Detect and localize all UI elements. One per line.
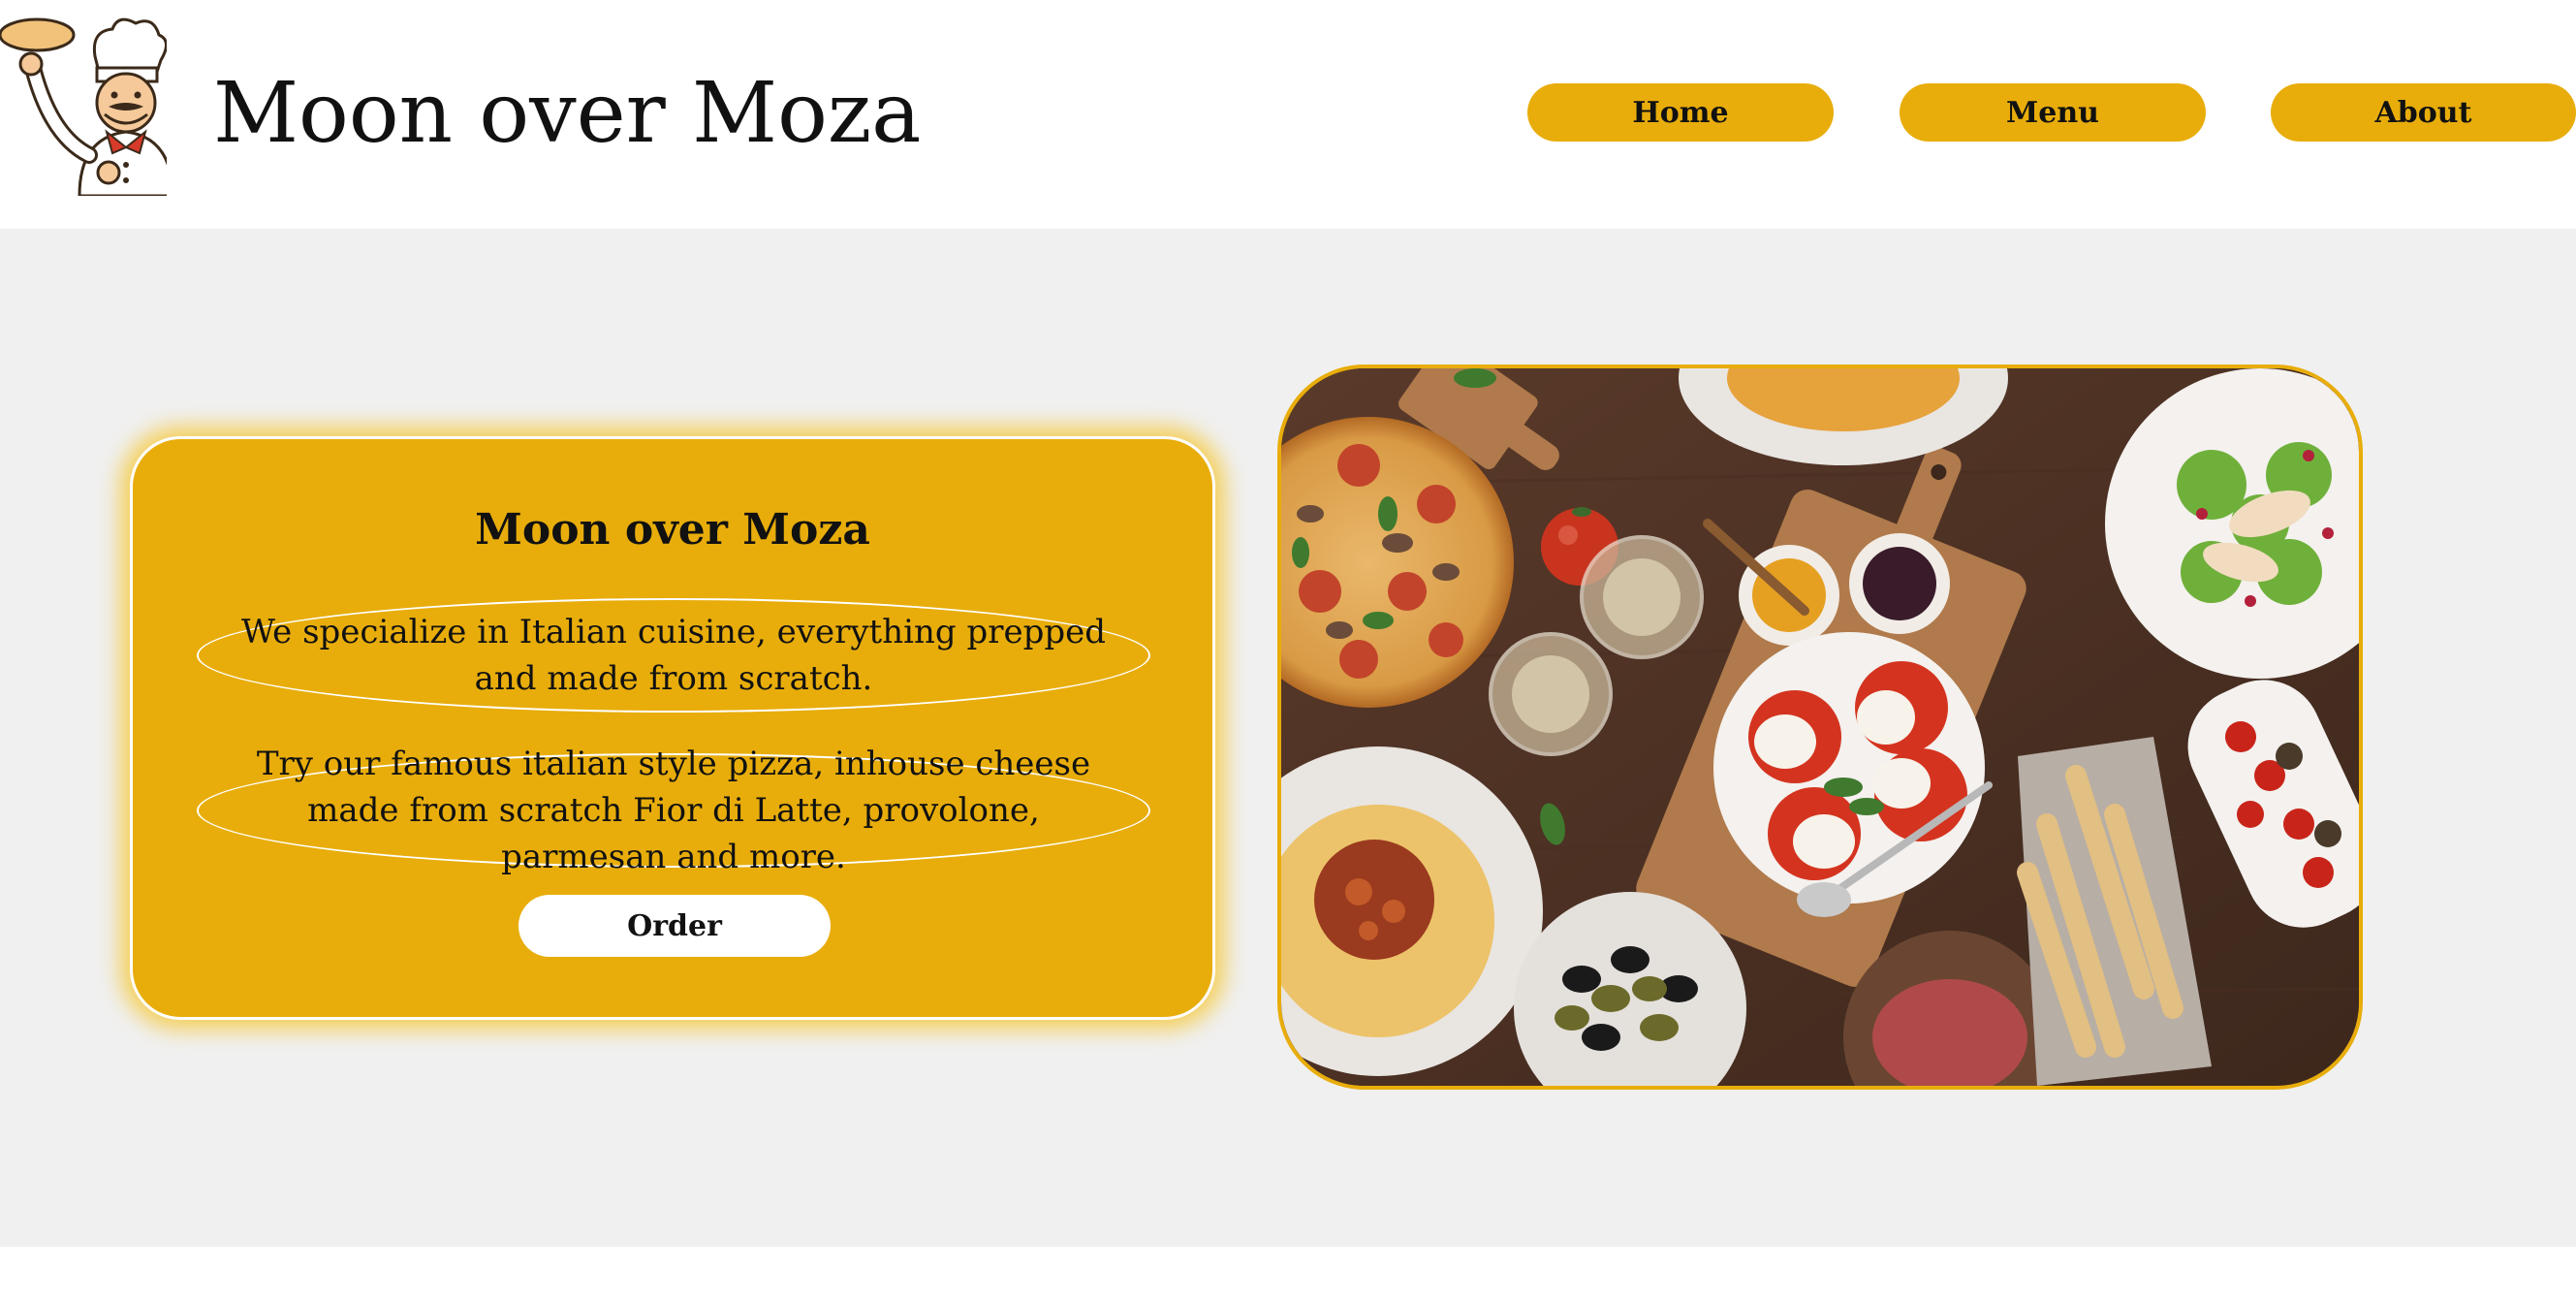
order-button[interactable]: Order — [518, 895, 831, 957]
nav-about-button[interactable]: About — [2271, 83, 2576, 142]
card-title: Moon over Moza — [475, 505, 870, 555]
site-header: Moon over Moza Home Menu About — [0, 0, 2576, 229]
site-title: Moon over Moza — [213, 65, 922, 162]
italian-food-photo — [1277, 365, 2363, 1090]
nav-home-button[interactable]: Home — [1527, 83, 1834, 142]
nav-menu-button[interactable]: Menu — [1900, 83, 2206, 142]
chef-logo-icon[interactable] — [0, 10, 174, 198]
hero-section: Moon over Moza We specialize in Italian … — [0, 229, 2576, 1247]
info-card: Moon over Moza We specialize in Italian … — [130, 436, 1215, 1020]
pizza-description: Try our famous italian style pizza, inho… — [197, 745, 1150, 876]
specialty-description: We specialize in Italian cuisine, everyt… — [197, 598, 1150, 713]
